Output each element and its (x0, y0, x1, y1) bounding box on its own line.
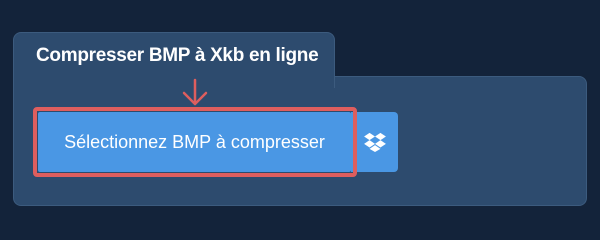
dropbox-button[interactable] (351, 112, 398, 172)
dropbox-icon (363, 132, 386, 152)
tab-title: Compresser BMP à Xkb en ligne (36, 45, 319, 66)
arrow-down-icon (182, 78, 208, 106)
compress-tab[interactable]: Compresser BMP à Xkb en ligne (13, 32, 335, 88)
highlight-box (33, 107, 357, 177)
